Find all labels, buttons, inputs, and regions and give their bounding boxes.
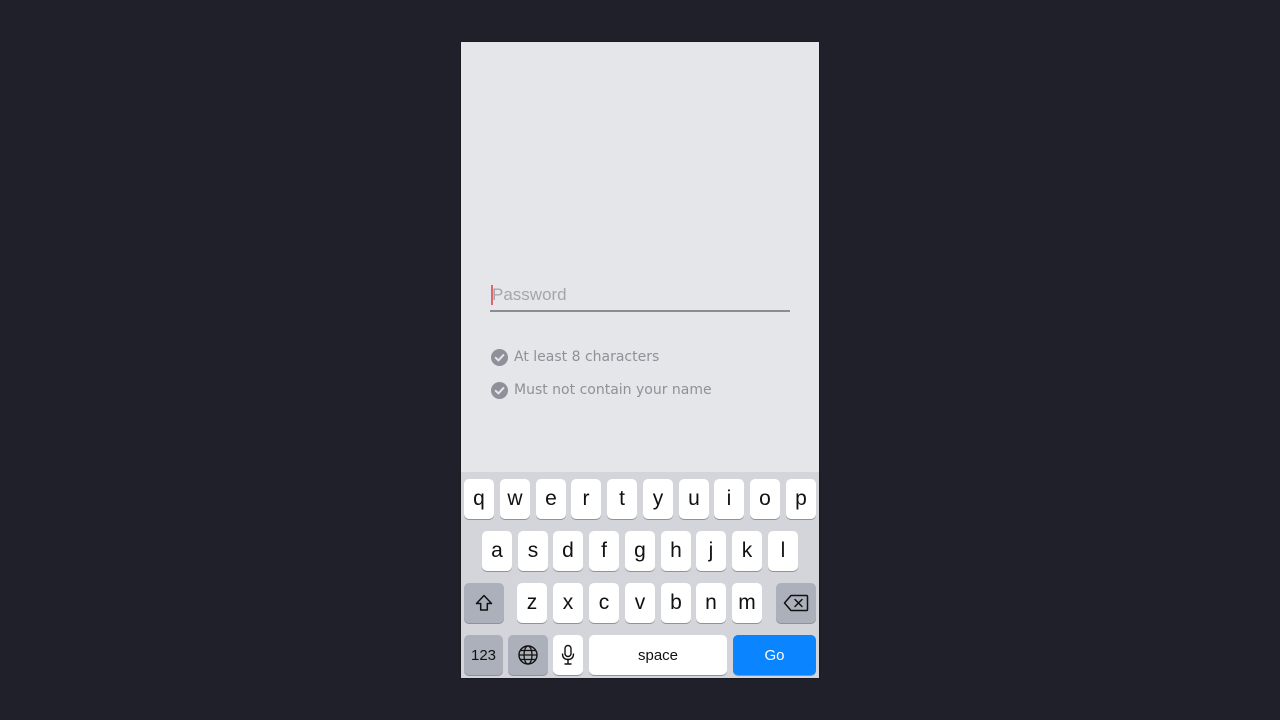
password-field[interactable]	[490, 280, 792, 312]
key-e[interactable]: e	[536, 479, 566, 519]
space-key[interactable]: space	[589, 635, 727, 675]
key-c[interactable]: c	[589, 583, 619, 623]
text-caret	[491, 285, 493, 305]
key-y[interactable]: y	[643, 479, 673, 519]
keyboard-row-3: z x c v b n m	[461, 583, 819, 625]
rule-label: Must not contain your name	[514, 382, 712, 398]
key-g[interactable]: g	[625, 531, 655, 571]
key-p[interactable]: p	[786, 479, 816, 519]
go-key[interactable]: Go	[733, 635, 816, 675]
keyboard-row-4: 123 space Go	[461, 635, 819, 677]
key-f[interactable]: f	[589, 531, 619, 571]
shift-icon	[475, 594, 493, 611]
on-screen-keyboard: q w e r t y u i o p a s d f g h j k l z …	[461, 472, 819, 678]
password-input[interactable]	[490, 280, 792, 310]
key-q[interactable]: q	[464, 479, 494, 519]
globe-icon	[518, 645, 538, 665]
check-circle-icon	[491, 348, 508, 366]
phone-screen: At least 8 characters Must not contain y…	[461, 42, 819, 678]
keyboard-row-2: a s d f g h j k l	[461, 531, 819, 573]
key-h[interactable]: h	[661, 531, 691, 571]
key-d[interactable]: d	[553, 531, 583, 571]
microphone-icon	[561, 644, 575, 665]
globe-key[interactable]	[508, 635, 548, 675]
microphone-key[interactable]	[553, 635, 583, 675]
numbers-key[interactable]: 123	[464, 635, 503, 675]
key-j[interactable]: j	[696, 531, 726, 571]
rule-min-length: At least 8 characters	[491, 347, 791, 367]
key-r[interactable]: r	[571, 479, 601, 519]
key-k[interactable]: k	[732, 531, 762, 571]
password-form: At least 8 characters Must not contain y…	[461, 42, 819, 472]
key-b[interactable]: b	[661, 583, 691, 623]
key-i[interactable]: i	[714, 479, 744, 519]
key-w[interactable]: w	[500, 479, 530, 519]
check-circle-icon	[491, 381, 508, 399]
keyboard-row-1: q w e r t y u i o p	[461, 479, 819, 521]
key-n[interactable]: n	[696, 583, 726, 623]
password-rules: At least 8 characters Must not contain y…	[491, 347, 791, 413]
key-o[interactable]: o	[750, 479, 780, 519]
backspace-icon	[783, 594, 809, 612]
key-l[interactable]: l	[768, 531, 798, 571]
backspace-key[interactable]	[776, 583, 816, 623]
rule-label: At least 8 characters	[514, 349, 660, 365]
key-a[interactable]: a	[482, 531, 512, 571]
key-u[interactable]: u	[679, 479, 709, 519]
key-t[interactable]: t	[607, 479, 637, 519]
shift-key[interactable]	[464, 583, 504, 623]
key-s[interactable]: s	[518, 531, 548, 571]
key-v[interactable]: v	[625, 583, 655, 623]
key-x[interactable]: x	[553, 583, 583, 623]
key-m[interactable]: m	[732, 583, 762, 623]
rule-no-name: Must not contain your name	[491, 380, 791, 400]
key-z[interactable]: z	[517, 583, 547, 623]
